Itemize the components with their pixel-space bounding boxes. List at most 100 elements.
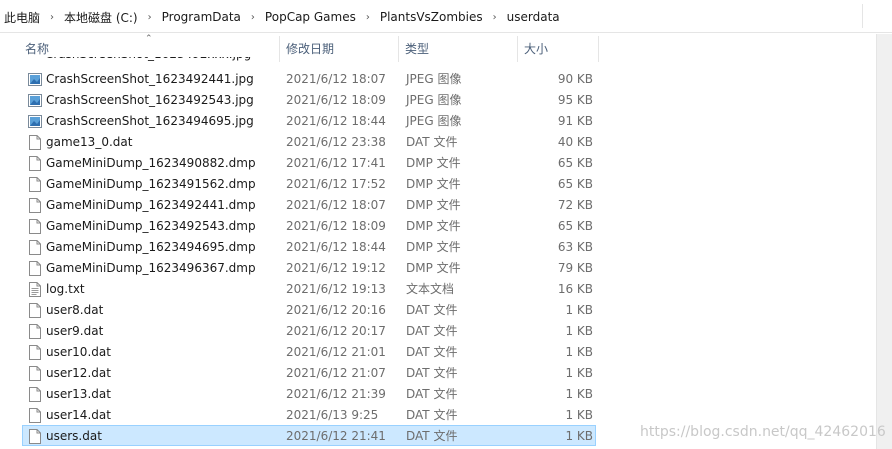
- file-size: 63 KB: [557, 240, 593, 254]
- file-name: CrashScreenShot_1623492543.jpg: [46, 93, 254, 107]
- file-modified-date: 2021/6/12 19:13: [286, 282, 386, 296]
- file-modified-date: 2021/6/12 21:41: [286, 429, 386, 443]
- file-row[interactable]: user10.dat 2021/6/12 21:01 DAT 文件 1 KB: [22, 341, 596, 362]
- file-modified-date: 2021/6/12 20:16: [286, 303, 386, 317]
- file-icon: [28, 387, 42, 402]
- file-type: DMP 文件: [406, 240, 461, 254]
- breadcrumb-item[interactable]: ProgramData: [158, 10, 245, 24]
- file-type: DAT 文件: [406, 303, 458, 317]
- file-icon: [28, 408, 42, 423]
- file-icon: [28, 261, 42, 276]
- file-row[interactable]: user14.dat 2021/6/13 9:25 DAT 文件 1 KB: [22, 404, 596, 425]
- image-file-icon: [28, 72, 42, 87]
- address-dropdown-area[interactable]: [862, 4, 892, 28]
- file-type: DAT 文件: [406, 366, 458, 380]
- file-modified-date: 2021/6/13 9:25: [286, 408, 379, 422]
- file-modified-date: 2021/6/12 21:01: [286, 345, 386, 359]
- file-name: GameMiniDump_1623496367.dmp: [46, 261, 256, 275]
- breadcrumb-item[interactable]: PlantsVsZombies: [376, 10, 487, 24]
- file-name: GameMiniDump_1623494695.dmp: [46, 240, 256, 254]
- file-row[interactable]: CrashScreenShot_1623494695.jpg 2021/6/12 …: [22, 110, 596, 131]
- file-modified-date: 2021/6/12 17:41: [286, 156, 386, 170]
- column-divider[interactable]: [598, 36, 599, 62]
- watermark-text: https://blog.csdn.net/qq_42462016: [640, 424, 886, 440]
- file-name: game13_0.dat: [46, 135, 133, 149]
- file-size: 90 KB: [557, 72, 593, 86]
- sort-ascending-icon: ⌃: [145, 34, 153, 44]
- file-type: DAT 文件: [406, 429, 458, 443]
- file-row[interactable]: log.txt 2021/6/12 19:13 文本文档 16 KB: [22, 278, 596, 299]
- file-name: user9.dat: [46, 324, 104, 338]
- file-row[interactable]: GameMiniDump_1623492543.dmp 2021/6/12 18:…: [22, 215, 596, 236]
- file-type: DAT 文件: [406, 387, 458, 401]
- file-modified-date: 2021/6/12 18:09: [286, 93, 386, 107]
- file-type: DAT 文件: [406, 135, 458, 149]
- file-row[interactable]: CrashScreenShot_1623492543.jpg 2021/6/12 …: [22, 89, 596, 110]
- file-size: 72 KB: [557, 198, 593, 212]
- file-size: 91 KB: [557, 114, 593, 128]
- partial-list-item: CrashScreenShot_1623492xxx.jpg: [22, 57, 596, 65]
- file-type: JPEG 图像: [406, 72, 462, 86]
- file-icon: [28, 324, 42, 339]
- file-size: 16 KB: [557, 282, 593, 296]
- file-row[interactable]: user12.dat 2021/6/12 21:07 DAT 文件 1 KB: [22, 362, 596, 383]
- chevron-right-icon[interactable]: ›: [360, 12, 376, 23]
- file-name: user14.dat: [46, 408, 111, 422]
- breadcrumb-item[interactable]: PopCap Games: [261, 10, 360, 24]
- file-modified-date: 2021/6/12 18:44: [286, 114, 386, 128]
- breadcrumb-item[interactable]: userdata: [503, 10, 564, 24]
- file-row[interactable]: users.dat 2021/6/12 21:41 DAT 文件 1 KB: [22, 425, 596, 446]
- image-file-icon: [28, 93, 42, 108]
- file-modified-date: 2021/6/12 18:09: [286, 219, 386, 233]
- breadcrumb-item[interactable]: 本地磁盘 (C:): [60, 9, 142, 26]
- file-name: GameMiniDump_1623492543.dmp: [46, 219, 256, 233]
- file-row[interactable]: user8.dat 2021/6/12 20:16 DAT 文件 1 KB: [22, 299, 596, 320]
- file-size: 65 KB: [557, 156, 593, 170]
- file-row[interactable]: GameMiniDump_1623490882.dmp 2021/6/12 17:…: [22, 152, 596, 173]
- chevron-right-icon[interactable]: ›: [487, 12, 503, 23]
- file-size: 65 KB: [557, 219, 593, 233]
- file-name: user13.dat: [46, 387, 111, 401]
- address-bar[interactable]: 此电脑 › 本地磁盘 (C:) › ProgramData › PopCap Games › P…: [0, 0, 892, 33]
- file-modified-date: 2021/6/12 17:52: [286, 177, 386, 191]
- file-icon: [28, 345, 42, 360]
- file-type: DMP 文件: [406, 261, 461, 275]
- file-icon: [28, 156, 42, 171]
- chevron-right-icon[interactable]: ›: [142, 12, 158, 23]
- breadcrumb-item[interactable]: 此电脑: [0, 9, 44, 26]
- file-name: user8.dat: [46, 303, 104, 317]
- file-icon: [28, 219, 42, 234]
- file-row[interactable]: GameMiniDump_1623491562.dmp 2021/6/12 17:…: [22, 173, 596, 194]
- image-file-icon: [28, 114, 42, 129]
- file-row[interactable]: GameMiniDump_1623496367.dmp 2021/6/12 19:…: [22, 257, 596, 278]
- file-row[interactable]: game13_0.dat 2021/6/12 23:38 DAT 文件 40 KB: [22, 131, 596, 152]
- file-size: 1 KB: [565, 429, 593, 443]
- file-type: DAT 文件: [406, 345, 458, 359]
- file-type: DMP 文件: [406, 198, 461, 212]
- file-modified-date: 2021/6/12 20:17: [286, 324, 386, 338]
- chevron-right-icon[interactable]: ›: [245, 12, 261, 23]
- file-icon: [28, 240, 42, 255]
- file-name: user10.dat: [46, 345, 111, 359]
- file-icon: [28, 366, 42, 381]
- file-size: 1 KB: [565, 387, 593, 401]
- file-type: DMP 文件: [406, 219, 461, 233]
- file-name: user12.dat: [46, 366, 111, 380]
- file-size: 1 KB: [565, 408, 593, 422]
- file-name: GameMiniDump_1623490882.dmp: [46, 156, 256, 170]
- partial-file-name: CrashScreenShot_1623492xxx.jpg: [45, 57, 251, 65]
- file-size: 1 KB: [565, 345, 593, 359]
- file-row[interactable]: CrashScreenShot_1623492441.jpg 2021/6/12 …: [22, 68, 596, 89]
- file-type: DMP 文件: [406, 156, 461, 170]
- file-row[interactable]: user9.dat 2021/6/12 20:17 DAT 文件 1 KB: [22, 320, 596, 341]
- file-name: CrashScreenShot_1623494695.jpg: [46, 114, 254, 128]
- file-row[interactable]: user13.dat 2021/6/12 21:39 DAT 文件 1 KB: [22, 383, 596, 404]
- chevron-right-icon[interactable]: ›: [44, 12, 60, 23]
- vertical-scrollbar[interactable]: [876, 34, 892, 449]
- file-modified-date: 2021/6/12 21:39: [286, 387, 386, 401]
- file-size: 65 KB: [557, 177, 593, 191]
- file-name: GameMiniDump_1623492441.dmp: [46, 198, 256, 212]
- file-row[interactable]: GameMiniDump_1623494695.dmp 2021/6/12 18:…: [22, 236, 596, 257]
- file-row[interactable]: GameMiniDump_1623492441.dmp 2021/6/12 18:…: [22, 194, 596, 215]
- file-type: JPEG 图像: [406, 93, 462, 107]
